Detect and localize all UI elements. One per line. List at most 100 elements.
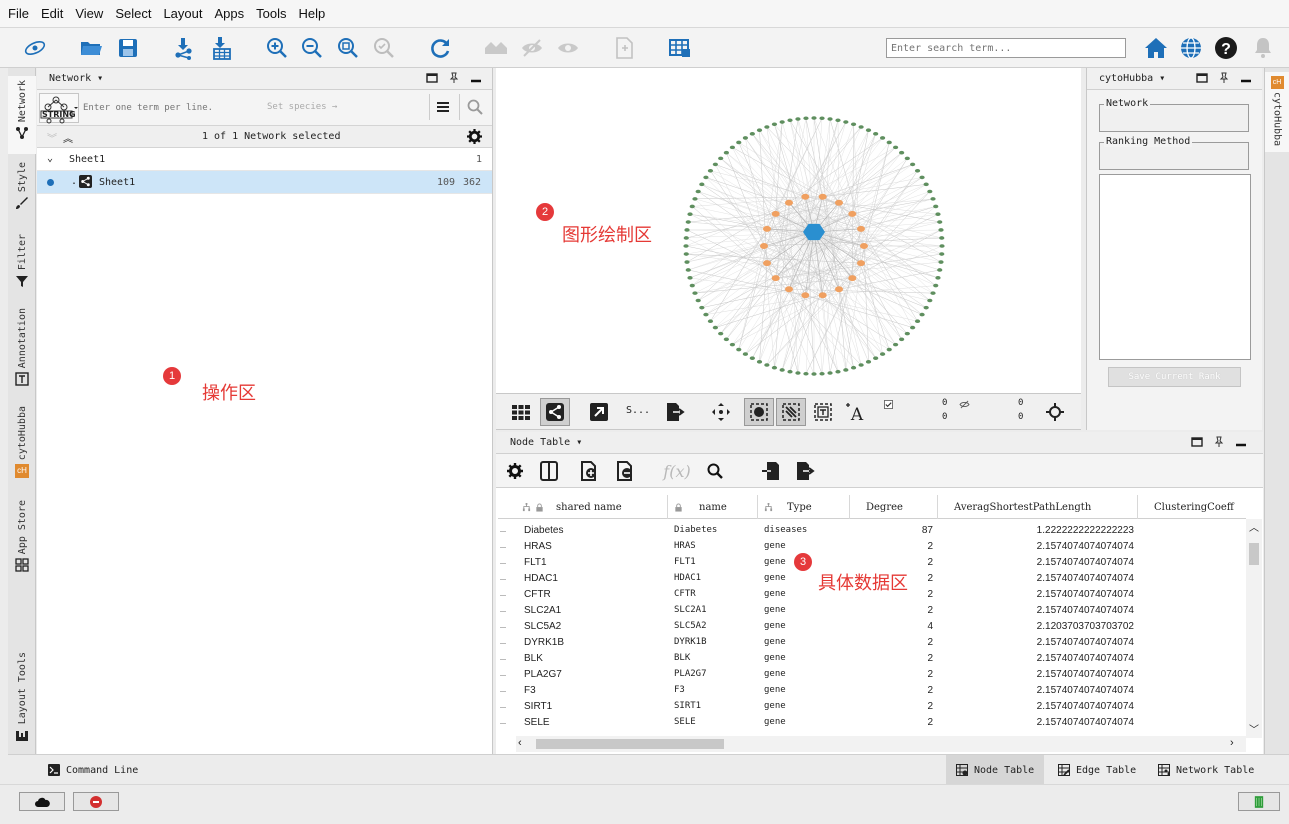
side-tab-cytohubba-right[interactable]: cH cytoHubba: [1265, 72, 1289, 152]
side-tab-filter[interactable]: Filter: [8, 234, 36, 288]
search-input[interactable]: [886, 38, 1126, 58]
pin-icon[interactable]: [448, 72, 460, 84]
table-horizontal-scrollbar[interactable]: ‹ ›: [516, 736, 1246, 752]
node[interactable]: [756, 128, 763, 132]
edge-table-tab[interactable]: Edge Table: [1048, 755, 1146, 785]
node[interactable]: [811, 116, 817, 120]
vertical-scroll-thumb[interactable]: [1249, 543, 1259, 565]
table-row[interactable]: DYRK1B DYRK1B gene 2 2.1574074074074074: [498, 635, 1246, 651]
node[interactable]: [703, 312, 709, 317]
node[interactable]: [835, 199, 843, 206]
node[interactable]: [764, 363, 770, 367]
refresh-icon[interactable]: [425, 33, 455, 63]
minimize-icon[interactable]: [1240, 72, 1252, 84]
menu-help[interactable]: Help: [299, 6, 326, 21]
node[interactable]: [879, 136, 886, 140]
dropdown-arrow-icon[interactable]: ▾: [576, 437, 582, 448]
node[interactable]: [843, 368, 849, 372]
zoom-out-icon[interactable]: [297, 33, 327, 63]
node[interactable]: [749, 132, 755, 136]
export-table-button[interactable]: [792, 459, 818, 483]
node[interactable]: [811, 372, 817, 376]
pin-icon[interactable]: [1213, 436, 1225, 448]
horizontal-scroll-thumb[interactable]: [536, 739, 724, 749]
menu-layout[interactable]: Layout: [163, 6, 202, 21]
node[interactable]: [856, 260, 865, 267]
node[interactable]: [763, 260, 772, 267]
node[interactable]: [801, 193, 810, 200]
node[interactable]: [819, 371, 825, 376]
dropdown-arrow-icon[interactable]: ▾: [1159, 73, 1165, 84]
node[interactable]: [937, 220, 943, 224]
node[interactable]: [935, 276, 941, 280]
show-labels-button[interactable]: A: [840, 398, 870, 426]
node[interactable]: [718, 331, 724, 336]
table-row[interactable]: SLC2A1 SLC2A1 gene 2 2.1574074074074074: [498, 603, 1246, 619]
collapse-all-icon[interactable]: ︽: [63, 130, 73, 145]
node[interactable]: [899, 337, 905, 342]
network-row[interactable]: . Sheet1 109 362: [37, 171, 492, 194]
node[interactable]: [879, 352, 886, 356]
ranking-method-fieldset[interactable]: Ranking Method: [1099, 136, 1249, 170]
pin-icon[interactable]: [1218, 72, 1230, 84]
node[interactable]: [835, 286, 843, 293]
node[interactable]: [801, 292, 810, 299]
float-panel-icon[interactable]: [1196, 72, 1208, 84]
node[interactable]: [827, 117, 833, 121]
table-row[interactable]: F3 F3 gene 2 2.1574074074074074: [498, 683, 1246, 699]
node[interactable]: [795, 371, 801, 375]
table-row[interactable]: SIRT1 SIRT1 gene 2 2.1574074074074074: [498, 699, 1246, 715]
node[interactable]: [683, 252, 689, 256]
options-menu-button[interactable]: [429, 94, 455, 120]
select-nodes-button[interactable]: [744, 398, 774, 426]
add-column-button[interactable]: [576, 459, 602, 483]
menu-select[interactable]: Select: [115, 6, 151, 21]
pan-button[interactable]: [706, 398, 736, 426]
help-icon[interactable]: ?: [1211, 33, 1241, 63]
node[interactable]: [933, 283, 939, 288]
expand-all-icon[interactable]: ︾: [47, 130, 57, 145]
node[interactable]: [873, 356, 879, 360]
scroll-down-icon[interactable]: ﹀: [1249, 721, 1259, 736]
node[interactable]: [699, 182, 705, 187]
network-table-tab[interactable]: Network Table: [1148, 755, 1264, 785]
node[interactable]: [904, 331, 910, 336]
globe-icon[interactable]: [1176, 33, 1206, 63]
node[interactable]: [873, 132, 879, 136]
chevron-down-icon[interactable]: ⌄: [47, 153, 53, 164]
node[interactable]: [904, 156, 910, 161]
node[interactable]: [914, 168, 921, 173]
node[interactable]: [729, 342, 736, 347]
node[interactable]: [858, 363, 864, 367]
node[interactable]: [938, 260, 944, 264]
node[interactable]: [685, 268, 691, 272]
node[interactable]: [771, 210, 780, 217]
node[interactable]: [723, 337, 729, 342]
node[interactable]: [848, 275, 857, 282]
network-fieldset[interactable]: Network: [1099, 98, 1249, 132]
node[interactable]: [827, 371, 833, 375]
node[interactable]: [779, 120, 785, 124]
dropdown-arrow-icon[interactable]: ▾: [97, 73, 103, 84]
node[interactable]: [892, 342, 899, 347]
node[interactable]: [685, 220, 691, 224]
node-table-tab[interactable]: Node Table: [946, 755, 1045, 785]
save-session-icon[interactable]: [113, 33, 143, 63]
node[interactable]: [683, 236, 689, 240]
node[interactable]: [850, 122, 857, 127]
show-columns-button[interactable]: [536, 459, 562, 483]
node[interactable]: [937, 268, 943, 272]
table-icon[interactable]: [665, 33, 695, 63]
float-panel-icon[interactable]: [426, 72, 438, 84]
node[interactable]: [803, 371, 809, 376]
node[interactable]: [927, 189, 933, 194]
node[interactable]: [771, 122, 778, 127]
minimize-icon[interactable]: [470, 72, 482, 84]
node[interactable]: [899, 150, 905, 155]
node[interactable]: [687, 276, 693, 280]
scroll-right-icon[interactable]: ›: [1230, 737, 1234, 749]
zoom-fit-icon[interactable]: [333, 33, 363, 63]
node[interactable]: [785, 199, 793, 206]
select-edges-button[interactable]: [776, 398, 806, 426]
node[interactable]: [795, 117, 801, 121]
